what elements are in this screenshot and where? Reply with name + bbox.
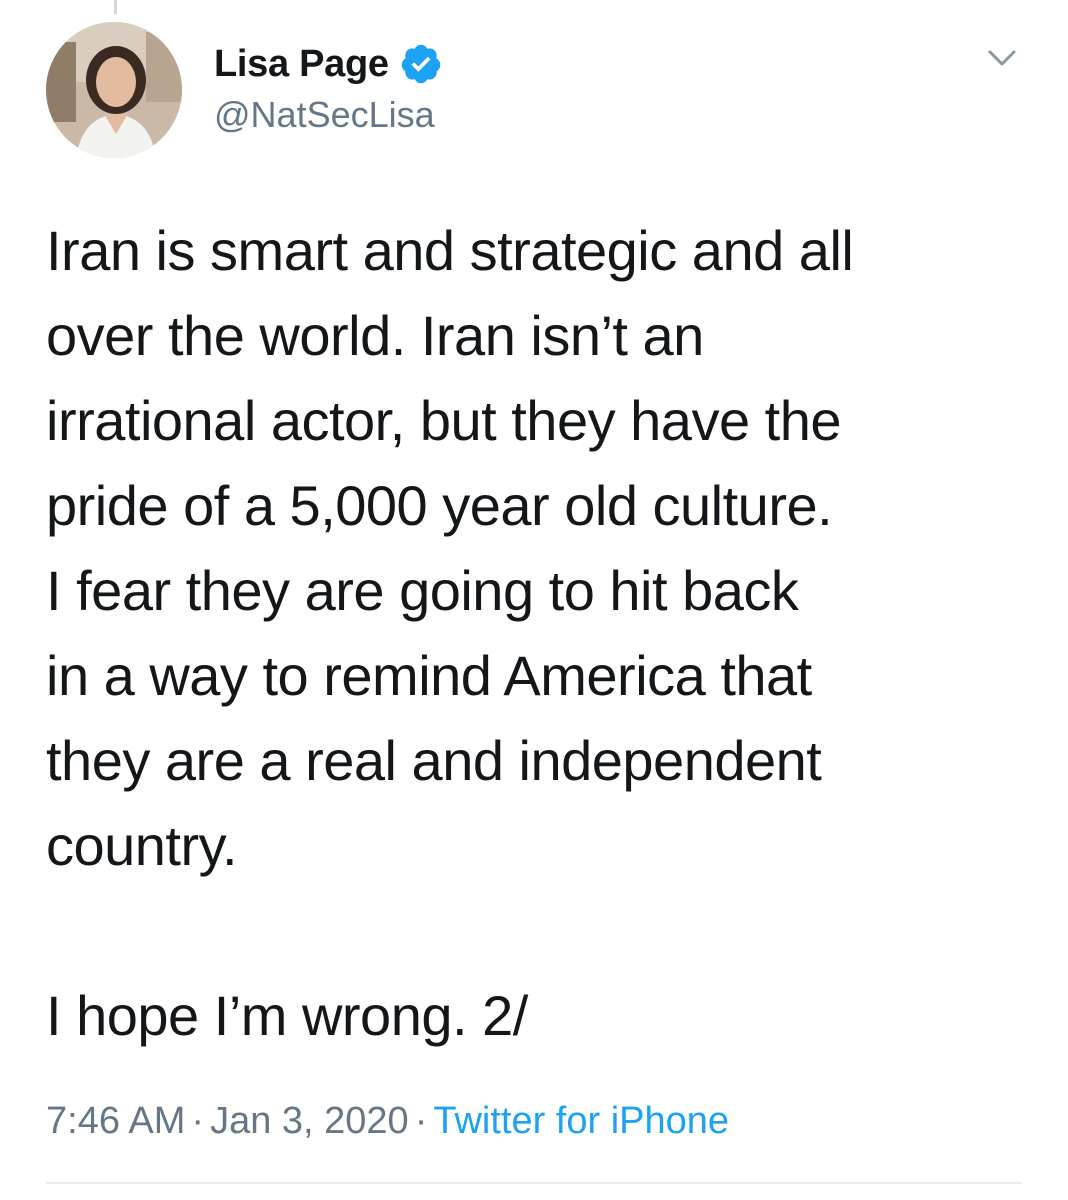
tweet-text-line: irrational actor, but they have the xyxy=(46,389,842,452)
tweet-time[interactable]: 7:46 AM xyxy=(46,1100,185,1142)
divider xyxy=(46,1182,1022,1184)
tweet-text-line: over the world. Iran isn’t an xyxy=(46,304,704,367)
tweet-metadata: 7:46 AM · Jan 3, 2020 · Twitter for iPhone xyxy=(46,1100,729,1143)
tweet-text-line: in a way to remind America that xyxy=(46,644,812,707)
meta-separator: · xyxy=(414,1100,428,1142)
avatar[interactable] xyxy=(46,22,182,158)
chevron-down-icon[interactable] xyxy=(984,40,1020,76)
tweet-text-line: pride of a 5,000 year old culture. xyxy=(46,474,833,537)
author-handle[interactable]: @NatSecLisa xyxy=(214,94,443,136)
tweet-source-link[interactable]: Twitter for iPhone xyxy=(433,1100,729,1142)
tweet-header: Lisa Page @NatSecLisa xyxy=(214,36,443,136)
author-display-name[interactable]: Lisa Page xyxy=(214,43,389,86)
author-name-row: Lisa Page xyxy=(214,36,443,92)
tweet-signoff: I hope I’m wrong. 2/ xyxy=(46,984,528,1047)
tweet-text-line: country. xyxy=(46,814,238,877)
profile-photo-avatar xyxy=(46,22,182,158)
tweet-text: Iran is smart and strategic and all over… xyxy=(46,208,1046,1058)
meta-separator: · xyxy=(191,1100,205,1142)
tweet-text-line: Iran is smart and strategic and all xyxy=(46,219,854,282)
tweet-text-line: they are a real and independent xyxy=(46,729,822,792)
tweet-date[interactable]: Jan 3, 2020 xyxy=(210,1100,409,1142)
tweet-text-line: I fear they are going to hit back xyxy=(46,559,799,622)
verified-badge-icon xyxy=(399,42,443,86)
thread-connector-line xyxy=(114,0,117,14)
